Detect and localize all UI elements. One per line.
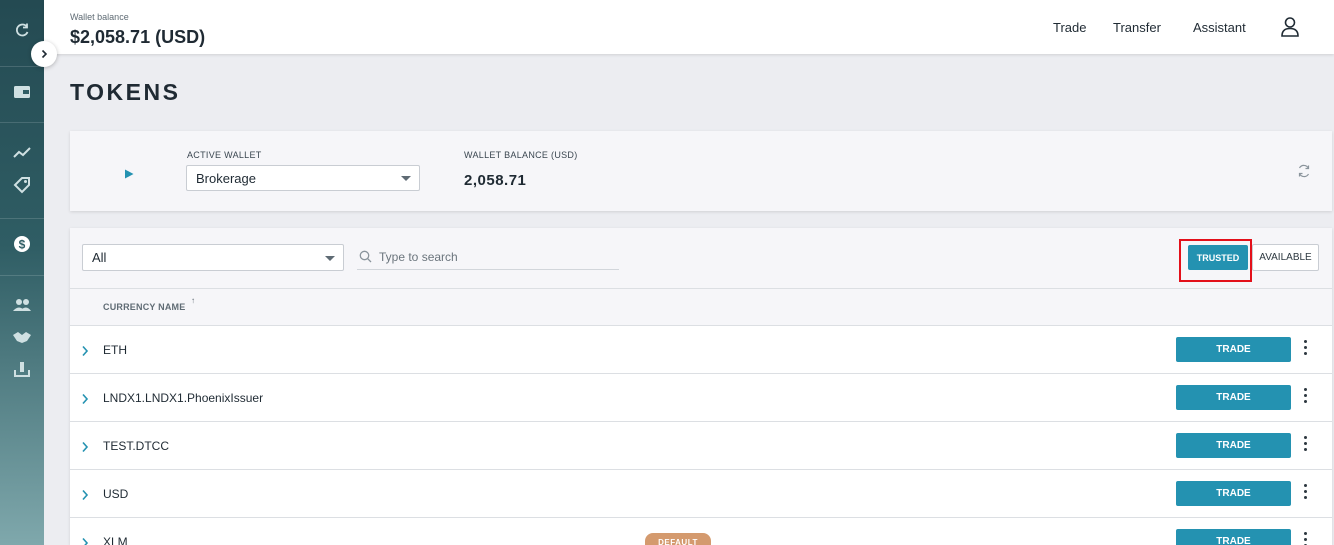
currency-name: LNDX1.LNDX1.PhoenixIssuer: [103, 391, 264, 405]
expand-chevron-icon[interactable]: [80, 392, 90, 410]
tokens-panel: All TRUSTED AVAILABLE CURRENCY NAME ↑ ET…: [70, 228, 1332, 545]
dollar-icon[interactable]: $: [12, 234, 32, 254]
expand-chevron-icon[interactable]: [80, 440, 90, 458]
wallet-balance-usd-value: 2,058.71: [464, 172, 527, 189]
trusted-toggle-button[interactable]: TRUSTED: [1188, 245, 1248, 270]
expand-chevron-icon[interactable]: [80, 344, 90, 362]
table-row: XLM DEFAULT TRADE: [70, 517, 1332, 545]
active-wallet-select[interactable]: Brokerage: [186, 165, 420, 191]
available-toggle-button[interactable]: AVAILABLE: [1252, 244, 1319, 271]
more-options-icon[interactable]: [1300, 340, 1310, 360]
trade-button[interactable]: TRADE: [1176, 337, 1291, 362]
table-row: ETH TRADE: [70, 325, 1332, 373]
token-filter-value: All: [92, 250, 107, 265]
caret-down-icon: [401, 176, 411, 181]
nav-assistant-link[interactable]: Assistant: [1193, 20, 1246, 35]
refresh-icon[interactable]: [1297, 164, 1311, 183]
sidebar-divider: [0, 275, 44, 276]
trend-icon[interactable]: [12, 143, 32, 163]
chevron-right-icon: [41, 49, 48, 59]
wallet-balance-usd-label: WALLET BALANCE (USD): [464, 150, 578, 160]
wallet-card: ACTIVE WALLET Brokerage WALLET BALANCE (…: [70, 131, 1332, 211]
sidebar: $: [0, 0, 44, 545]
trade-button[interactable]: TRADE: [1176, 481, 1291, 506]
more-options-icon[interactable]: [1300, 436, 1310, 456]
currency-name: TEST.DTCC: [103, 439, 169, 453]
refresh-icon[interactable]: [12, 20, 32, 40]
sidebar-expand-button[interactable]: [31, 41, 57, 67]
handshake-icon[interactable]: [12, 327, 32, 347]
expand-chevron-icon[interactable]: [80, 536, 90, 545]
nav-trade-link[interactable]: Trade: [1053, 20, 1086, 35]
wallet-balance-value: $2,058.71 (USD): [70, 27, 206, 47]
more-options-icon[interactable]: [1300, 484, 1310, 504]
nav-transfer-link[interactable]: Transfer: [1113, 20, 1161, 35]
table-row: TEST.DTCC TRADE: [70, 421, 1332, 469]
currency-name: USD: [103, 487, 129, 501]
sidebar-divider: [0, 66, 44, 67]
table-header: CURRENCY NAME ↑: [70, 288, 1332, 325]
upload-icon[interactable]: [12, 359, 32, 379]
tag-icon[interactable]: [12, 175, 32, 195]
expand-chevron-icon[interactable]: [80, 488, 90, 506]
default-badge: DEFAULT: [645, 533, 711, 545]
active-wallet-value: Brokerage: [196, 170, 256, 186]
sort-arrow-icon[interactable]: ↑: [191, 296, 195, 305]
search-input[interactable]: [379, 247, 614, 267]
more-options-icon[interactable]: [1300, 532, 1310, 545]
page-title: TOKENS: [70, 79, 181, 105]
group-icon[interactable]: [12, 295, 32, 315]
table-row: LNDX1.LNDX1.PhoenixIssuer TRADE: [70, 373, 1332, 421]
token-filter-select[interactable]: All: [82, 244, 344, 271]
currency-name: ETH: [103, 343, 127, 357]
top-header: Wallet balance $2,058.71 (USD) Trade Tra…: [44, 0, 1334, 54]
sidebar-divider: [0, 218, 44, 219]
token-list: ETH TRADE LNDX1.LNDX1.PhoenixIssuer TRAD…: [70, 325, 1332, 545]
trade-button[interactable]: TRADE: [1176, 385, 1291, 410]
active-wallet-label: ACTIVE WALLET: [187, 150, 262, 160]
caret-down-icon: [325, 255, 335, 261]
search-field: [357, 244, 619, 270]
currency-name: XLM: [103, 535, 128, 545]
play-icon[interactable]: [124, 166, 134, 184]
wallet-balance-label: Wallet balance: [70, 12, 129, 22]
svg-text:$: $: [19, 238, 26, 252]
currency-name-column-header[interactable]: CURRENCY NAME: [103, 302, 185, 312]
search-icon: [359, 250, 372, 268]
table-row: USD TRADE: [70, 469, 1332, 517]
wallet-icon[interactable]: [12, 82, 32, 102]
trade-button[interactable]: TRADE: [1176, 433, 1291, 458]
more-options-icon[interactable]: [1300, 388, 1310, 408]
sidebar-divider: [0, 122, 44, 123]
user-icon[interactable]: [1280, 16, 1300, 38]
trade-button[interactable]: TRADE: [1176, 529, 1291, 545]
